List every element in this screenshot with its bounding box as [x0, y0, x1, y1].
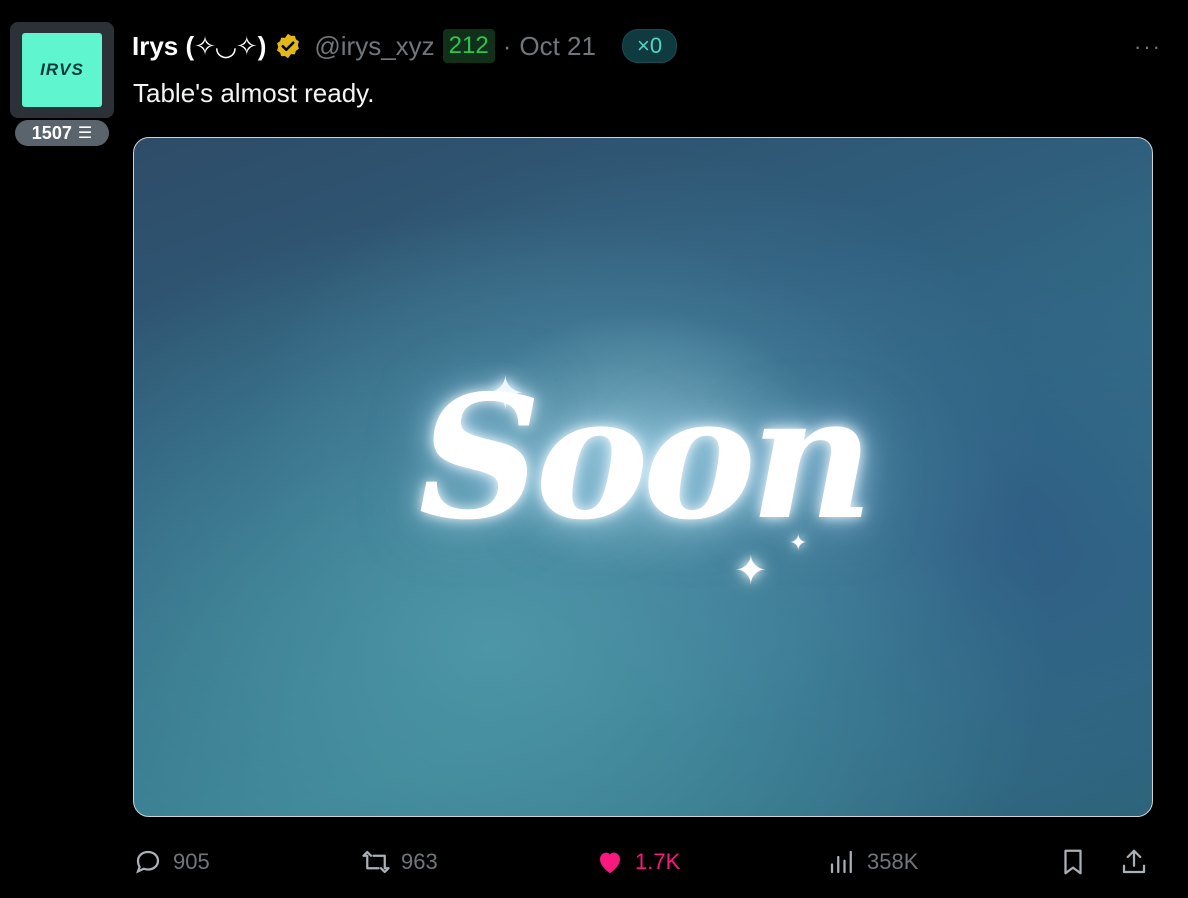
tweet-timestamp[interactable]: Oct 21: [519, 31, 596, 62]
views-icon: [830, 850, 852, 874]
score-value: 1507: [31, 122, 72, 143]
soon-text: Soon: [418, 358, 873, 558]
avatar[interactable]: IRVS 1507 ☰: [10, 22, 114, 150]
user-handle[interactable]: @irys_xyz: [314, 31, 434, 62]
tweet-media-image[interactable]: ✦ ✦ ✦ Soon: [133, 137, 1153, 817]
logo-text: IRVS: [40, 60, 84, 79]
repost-button[interactable]: 963: [361, 842, 438, 882]
share-icon: [1122, 849, 1146, 874]
multiplier-pill[interactable]: ×0: [621, 29, 678, 63]
more-options-icon[interactable]: ···: [1134, 34, 1162, 60]
views-count: 358K: [867, 849, 919, 874]
reply-button[interactable]: 905: [133, 842, 210, 882]
tweet-actions: 905 963 1.7K 358K: [133, 842, 1151, 882]
reply-count: 905: [173, 849, 210, 874]
score-pill: 212: [442, 29, 495, 63]
tweet-text: Table's almost ready.: [133, 78, 375, 108]
views-button[interactable]: 358K: [827, 842, 918, 882]
reply-icon: [136, 850, 160, 874]
score-badge: 1507 ☰: [15, 120, 109, 146]
display-name[interactable]: Irys (✧◡✧): [132, 31, 266, 62]
irys-logo: IRVS: [22, 33, 102, 107]
layers-icon: ☰: [77, 125, 93, 142]
verified-badge-icon[interactable]: [274, 32, 302, 60]
repost-count: 963: [401, 849, 438, 874]
like-count: 1.7K: [635, 849, 681, 874]
like-button[interactable]: 1.7K: [595, 842, 680, 882]
repost-icon: [362, 850, 390, 874]
bookmark-icon: [1064, 849, 1082, 875]
separator-dot: ·: [502, 30, 512, 61]
share-button[interactable]: [1119, 842, 1149, 882]
heart-icon: [600, 852, 620, 874]
avatar-frame[interactable]: IRVS: [10, 22, 114, 118]
bookmark-button[interactable]: [1058, 842, 1088, 882]
tweet-header: Irys (✧◡✧) @irys_xyz 212 · Oct 21 ×0: [132, 26, 678, 66]
